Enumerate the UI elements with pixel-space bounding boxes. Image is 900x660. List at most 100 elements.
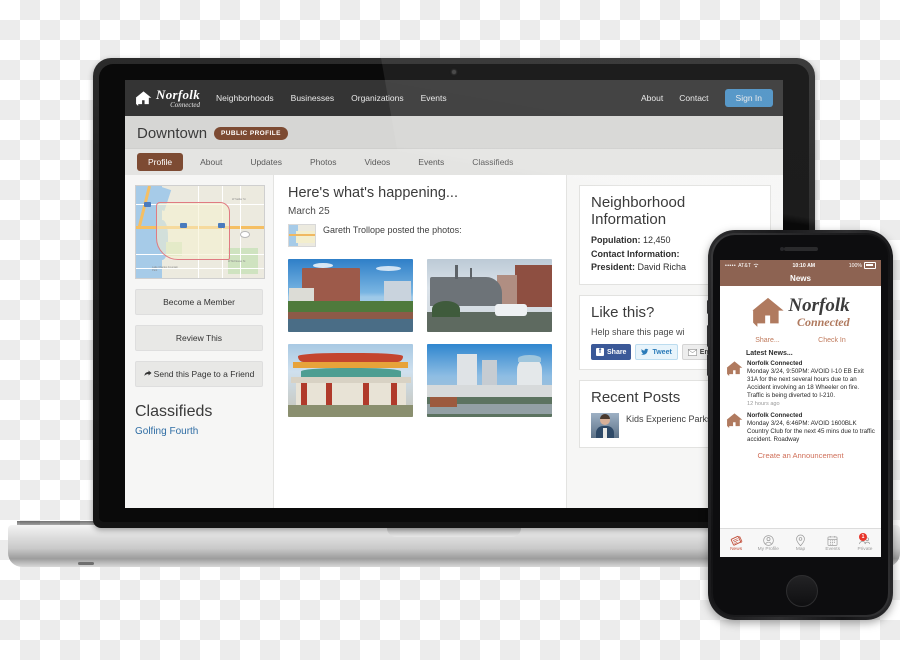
webcam-icon — [452, 70, 456, 74]
nav-item-contact[interactable]: Contact — [679, 93, 708, 103]
check-in-action-button[interactable]: Check In — [818, 337, 846, 344]
phone-nav-title: News — [720, 271, 881, 286]
home-icon — [752, 297, 784, 327]
create-announcement-button[interactable]: Create an Announcement — [720, 447, 881, 465]
nav-item-businesses[interactable]: Businesses — [291, 93, 334, 103]
clock-label: 10:10 AM — [792, 262, 816, 269]
news-item-0-source: Norfolk Connected — [747, 360, 803, 367]
phone-tab-private[interactable]: 1 Private — [849, 533, 881, 552]
share-action-button[interactable]: Share... — [755, 337, 780, 344]
president-value: David Richa — [637, 262, 687, 273]
twitter-tweet-button[interactable]: Tweet — [635, 344, 678, 361]
tab-events[interactable]: Events — [407, 153, 455, 171]
carrier-label: AT&T — [738, 262, 751, 269]
news-item-1[interactable]: Norfolk Connected Monday 3/24, 6:46PM: A… — [720, 412, 881, 447]
review-this-button[interactable]: Review This — [135, 325, 263, 351]
page-content: W Sallier St Lake Charles Fountain Park … — [125, 175, 783, 508]
battery-percent-label: 100% — [848, 262, 862, 269]
home-icon — [135, 90, 152, 106]
newspaper-icon — [720, 534, 752, 547]
facebook-share-label: Share — [607, 348, 627, 356]
share-arrow-icon — [144, 370, 152, 376]
phone-viewport: ••••• AT&T 10:10 AM 100% News Norfolk Co… — [720, 260, 881, 557]
secondary-nav: About Contact Sign In — [641, 89, 773, 107]
tab-profile[interactable]: Profile — [137, 153, 184, 171]
tab-videos[interactable]: Videos — [353, 153, 401, 171]
phone-action-row: Share... Check In — [720, 335, 881, 348]
classifieds-heading: Classifieds — [135, 403, 213, 420]
feed-date: March 25 — [288, 206, 330, 217]
signal-strength-icon: ••••• — [725, 262, 737, 269]
browser-viewport: Norfolk Connected Neighborhoods Business… — [125, 80, 783, 508]
phone-app-logo: Norfolk Connected — [720, 286, 881, 335]
news-item-0-text: Monday 3/24, 9:50PM: AVOID I-10 EB Exit … — [747, 368, 864, 400]
news-item-1-body-wrap: Norfolk Connected Monday 3/24, 6:46PM: A… — [747, 412, 875, 444]
phone-tab-my-profile-label: My Profile — [757, 547, 779, 552]
brand-tagline: Connected — [170, 100, 200, 109]
nav-item-about[interactable]: About — [641, 93, 663, 103]
nav-item-neighborhoods[interactable]: Neighborhoods — [216, 93, 274, 103]
phone-tab-events-label: Events — [825, 547, 841, 552]
phone-brand-name: Norfolk — [788, 295, 850, 316]
send-page-to-friend-button[interactable]: Send this Page to a Friend — [135, 361, 263, 387]
twitter-tweet-label: Tweet — [652, 348, 672, 356]
facebook-share-button[interactable]: f Share — [591, 344, 632, 361]
map-label-0: W Sallier St — [232, 198, 246, 201]
home-button[interactable] — [785, 575, 818, 607]
feed-activity-row: Gareth Trollope posted the photos: — [288, 224, 552, 247]
laptop-lid: Norfolk Connected Neighborhoods Business… — [93, 58, 815, 528]
phone-volume-down-button[interactable] — [707, 354, 710, 376]
phone-volume-up-button[interactable] — [707, 325, 710, 347]
laptop-foot-left — [78, 562, 94, 565]
phone-tab-map[interactable]: Map — [784, 534, 816, 552]
phone-tab-news[interactable]: News — [720, 534, 752, 552]
become-a-member-button[interactable]: Become a Member — [135, 289, 263, 315]
phone-tab-map-label: Map — [795, 547, 806, 552]
home-icon — [726, 361, 743, 376]
left-sidebar: W Sallier St Lake Charles Fountain Park … — [125, 175, 273, 508]
news-item-0-body-wrap: Norfolk Connected Monday 3/24, 9:50PM: A… — [747, 360, 875, 409]
tab-updates[interactable]: Updates — [239, 153, 293, 171]
news-item-1-text: Monday 3/24, 6:46PM: AVOID 1600BLK Count… — [747, 419, 875, 443]
news-item-1-source: Norfolk Connected — [747, 411, 803, 419]
nav-item-events[interactable]: Events — [421, 93, 447, 103]
laptop-mockup: Norfolk Connected Neighborhoods Business… — [8, 58, 900, 567]
send-page-label: Send this Page to a Friend — [153, 369, 255, 379]
page-header: Downtown PUBLIC PROFILE — [125, 116, 783, 148]
twitter-icon — [641, 349, 649, 356]
phone-tab-my-profile[interactable]: My Profile — [752, 534, 784, 552]
brand-name: Norfolk — [156, 86, 200, 102]
feed-photo-3[interactable] — [427, 344, 552, 417]
tab-photos[interactable]: Photos — [299, 153, 347, 171]
wifi-icon — [753, 263, 759, 268]
private-unread-badge: 1 — [859, 533, 868, 541]
classifieds-item-golfing-fourth[interactable]: Golfing Fourth — [135, 426, 263, 437]
phone-tab-events[interactable]: Events — [817, 534, 849, 552]
neighborhood-info-heading: Neighborhood Information — [591, 194, 686, 228]
phone-tab-private-label: Private — [857, 547, 873, 552]
home-icon — [726, 412, 743, 428]
tab-about[interactable]: About — [189, 153, 233, 171]
phone-tab-news-label: News — [730, 547, 743, 552]
feed-photo-2[interactable] — [288, 344, 413, 417]
status-right: 100% — [849, 262, 876, 269]
avatar — [591, 413, 619, 438]
page-title: Downtown — [137, 125, 208, 142]
feed-activity-text: Gareth Trollope posted the photos: — [323, 225, 462, 235]
tab-classifieds[interactable]: Classifieds — [461, 153, 524, 171]
sign-in-button[interactable]: Sign In — [724, 89, 773, 107]
feed-photo-0[interactable] — [288, 259, 413, 332]
phone-earpiece — [783, 247, 818, 251]
president-label: President: — [591, 262, 636, 273]
neighborhood-map[interactable]: W Sallier St Lake Charles Fountain Park … — [135, 185, 265, 279]
site-logo[interactable]: Norfolk Connected — [135, 88, 200, 109]
feed-photo-1[interactable] — [427, 259, 552, 332]
calendar-icon — [817, 534, 849, 547]
news-item-0[interactable]: Norfolk Connected Monday 3/24, 9:50PM: A… — [720, 360, 881, 412]
population-value: 12,450 — [643, 234, 671, 245]
nav-item-organizations[interactable]: Organizations — [351, 93, 403, 103]
activity-feed: Here's what's happening... March 25 Gare… — [273, 175, 567, 508]
phone-mute-switch[interactable] — [707, 300, 710, 314]
map-label-2: W McNeese St — [228, 260, 246, 263]
primary-nav: Neighborhoods Businesses Organizations E… — [216, 93, 447, 103]
